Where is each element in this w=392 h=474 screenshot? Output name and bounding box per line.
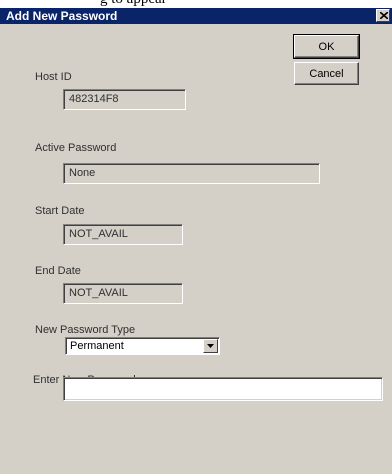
new-password-input[interactable] xyxy=(63,377,383,401)
end-date-label: End Date xyxy=(35,265,81,277)
start-date-field: NOT_AVAIL xyxy=(63,224,183,245)
close-icon xyxy=(380,12,388,19)
host-id-field: 482314F8 xyxy=(63,89,186,110)
active-password-label: Active Password xyxy=(35,142,117,154)
add-new-password-dialog: Add New Password OK Cancel Host ID 48231… xyxy=(0,8,392,474)
active-password-field: None xyxy=(63,163,320,184)
partial-caption: g to appear xyxy=(100,0,167,8)
host-id-label: Host ID xyxy=(35,71,72,83)
window-title: Add New Password xyxy=(6,9,118,23)
dropdown-button[interactable] xyxy=(203,339,218,353)
start-date-label: Start Date xyxy=(35,205,85,217)
ok-button[interactable]: OK xyxy=(293,34,360,59)
chevron-down-icon xyxy=(207,344,214,348)
title-bar[interactable]: Add New Password xyxy=(0,8,392,24)
partial-caption-strip: g to appear xyxy=(0,0,392,8)
end-date-field: NOT_AVAIL xyxy=(63,283,183,304)
new-password-type-value: Permanent xyxy=(70,340,124,352)
new-password-type-label: New Password Type xyxy=(35,324,136,336)
new-password-type-select[interactable]: Permanent xyxy=(65,337,220,355)
close-button[interactable] xyxy=(376,9,390,22)
cancel-button[interactable]: Cancel xyxy=(294,62,359,85)
screenshot: g to appear Add New Password OK Cancel H… xyxy=(0,0,392,474)
